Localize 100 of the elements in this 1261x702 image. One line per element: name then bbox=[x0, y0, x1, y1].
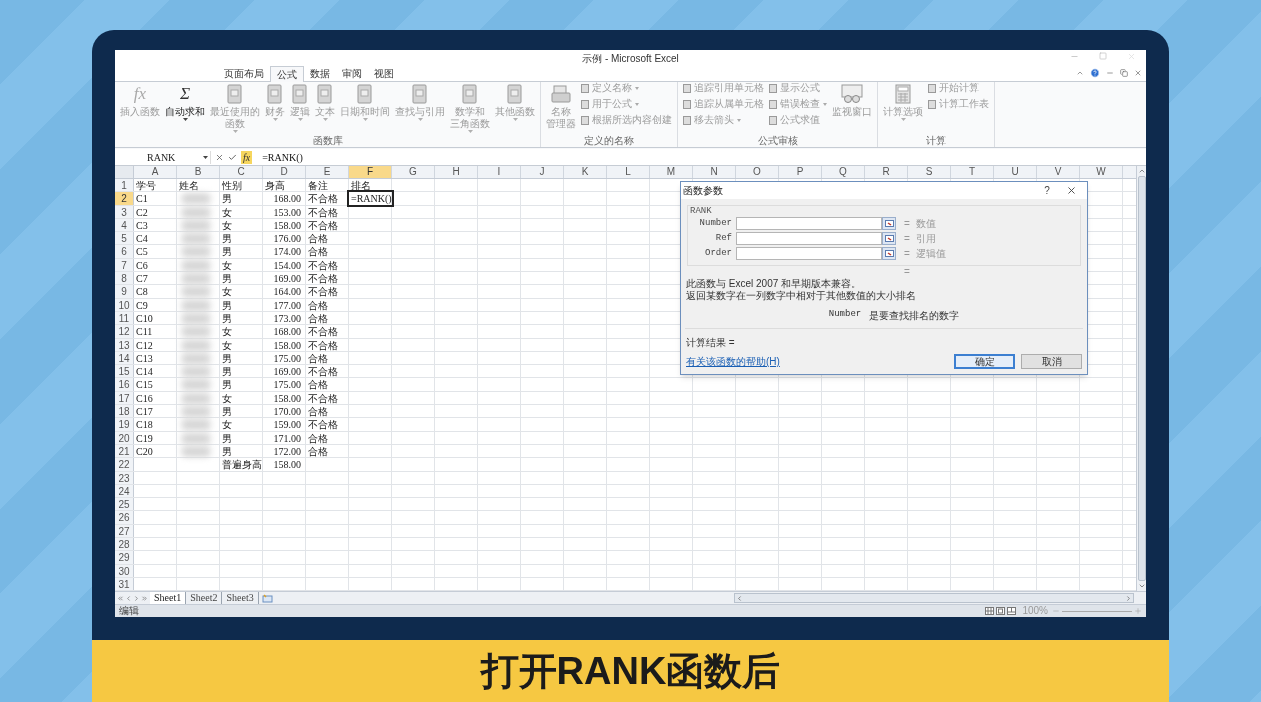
page-layout-view-icon[interactable] bbox=[996, 607, 1006, 615]
collapse-dialog-button[interactable] bbox=[882, 232, 896, 245]
enter-icon[interactable] bbox=[228, 152, 237, 162]
cancel-icon[interactable] bbox=[215, 152, 224, 162]
column-header[interactable]: B bbox=[177, 166, 220, 178]
row-header[interactable]: 16 bbox=[115, 378, 134, 391]
column-header[interactable]: C bbox=[220, 166, 263, 178]
table-cell: C20 bbox=[136, 444, 153, 458]
close-icon[interactable] bbox=[1134, 69, 1142, 77]
row-header[interactable]: 26 bbox=[115, 511, 134, 524]
help-button[interactable]: ? bbox=[1037, 183, 1057, 198]
column-header[interactable]: D bbox=[263, 166, 306, 178]
row-header[interactable]: 5 bbox=[115, 232, 134, 245]
scroll-left-icon[interactable] bbox=[736, 594, 743, 602]
table-cell: 男 bbox=[222, 351, 232, 365]
column-header[interactable]: F bbox=[349, 166, 392, 178]
select-all-corner[interactable] bbox=[115, 166, 134, 178]
dialog-button[interactable]: 确定 bbox=[954, 354, 1015, 369]
column-header[interactable]: O bbox=[736, 166, 779, 178]
column-header[interactable]: V bbox=[1037, 166, 1080, 178]
column-header[interactable]: A bbox=[134, 166, 177, 178]
scroll-up-icon[interactable] bbox=[1137, 167, 1146, 175]
scroll-right-icon[interactable] bbox=[1125, 594, 1132, 602]
next-sheet-icon[interactable] bbox=[133, 594, 140, 602]
argument-field[interactable] bbox=[736, 217, 882, 230]
row-header[interactable]: 25 bbox=[115, 498, 134, 511]
row-header[interactable]: 18 bbox=[115, 405, 134, 418]
scroll-down-icon[interactable] bbox=[1137, 582, 1146, 590]
normal-view-icon[interactable] bbox=[985, 607, 995, 615]
table-cell: C11 bbox=[136, 325, 153, 339]
collapse-dialog-button[interactable] bbox=[882, 247, 896, 260]
name-box[interactable]: RANK bbox=[115, 150, 211, 164]
help-link[interactable]: 有关该函数的帮助(H) bbox=[686, 354, 780, 369]
row-header[interactable]: 22 bbox=[115, 458, 134, 471]
blurred-name bbox=[181, 299, 211, 311]
row-header[interactable]: 1 bbox=[115, 179, 134, 192]
row-header[interactable]: 12 bbox=[115, 325, 134, 338]
book-icon bbox=[412, 84, 428, 104]
caret-icon bbox=[322, 118, 328, 121]
page-break-view-icon[interactable] bbox=[1007, 607, 1017, 615]
maximize-icon[interactable] bbox=[1099, 52, 1107, 60]
ribbon-tab[interactable]: 数据 bbox=[304, 66, 336, 81]
column-header[interactable]: W bbox=[1080, 166, 1123, 178]
ribbon-button[interactable]: Σ 自动求和 bbox=[163, 82, 207, 121]
row-header[interactable]: 9 bbox=[115, 285, 134, 298]
new-sheet-icon[interactable] bbox=[261, 593, 273, 603]
minimize-icon[interactable] bbox=[1106, 69, 1114, 77]
previous-sheet-icon[interactable] bbox=[125, 594, 132, 602]
caret-icon bbox=[635, 102, 639, 106]
insert-function-button[interactable]: fx bbox=[241, 150, 253, 164]
ribbon-tab[interactable]: 视图 bbox=[368, 66, 400, 81]
column-header[interactable]: T bbox=[951, 166, 994, 178]
collapse-dialog-button[interactable] bbox=[882, 217, 896, 230]
table-cell: 158.00 bbox=[273, 338, 301, 352]
column-header[interactable]: L bbox=[607, 166, 650, 178]
column-header[interactable]: U bbox=[994, 166, 1037, 178]
column-header[interactable]: S bbox=[908, 166, 951, 178]
column-header[interactable]: G bbox=[392, 166, 435, 178]
argument-field[interactable] bbox=[736, 232, 882, 245]
blurred-name bbox=[181, 366, 211, 378]
row-header[interactable]: 29 bbox=[115, 551, 134, 564]
row-header[interactable]: 28 bbox=[115, 538, 134, 551]
column-header[interactable]: R bbox=[865, 166, 908, 178]
book-icon bbox=[462, 84, 478, 104]
dialog-button[interactable]: 取消 bbox=[1021, 354, 1082, 369]
column-header[interactable]: J bbox=[521, 166, 564, 178]
help-icon[interactable] bbox=[1090, 68, 1100, 78]
row-header[interactable]: 6 bbox=[115, 245, 134, 258]
column-header[interactable]: P bbox=[779, 166, 822, 178]
row-header[interactable]: 19 bbox=[115, 418, 134, 431]
argument-field[interactable] bbox=[736, 247, 882, 260]
ribbon-tab[interactable]: 公式 bbox=[270, 66, 304, 82]
column-header[interactable]: M bbox=[650, 166, 693, 178]
column-header[interactable]: N bbox=[693, 166, 736, 178]
last-sheet-icon[interactable] bbox=[141, 594, 148, 602]
formula-field[interactable]: =RANK() bbox=[262, 149, 303, 165]
row-header[interactable]: 8 bbox=[115, 272, 134, 285]
sheet-tab[interactable]: Sheet1 bbox=[150, 592, 187, 604]
row-header[interactable]: 15 bbox=[115, 365, 134, 378]
horizontal-scrollbar[interactable] bbox=[734, 593, 1134, 603]
column-header[interactable]: H bbox=[435, 166, 478, 178]
column-header[interactable]: I bbox=[478, 166, 521, 178]
collapse-ribbon-icon[interactable] bbox=[1076, 69, 1084, 77]
table-cell: C16 bbox=[136, 391, 153, 405]
zoom-in-icon[interactable] bbox=[1134, 607, 1142, 615]
blurred-name bbox=[181, 392, 211, 404]
ribbon-tab[interactable]: 审阅 bbox=[336, 66, 368, 81]
table-cell: 172.00 bbox=[273, 444, 301, 458]
table-cell[interactable]: =RANK() bbox=[351, 192, 392, 206]
equals-sign: = bbox=[904, 217, 910, 231]
column-header[interactable]: Q bbox=[822, 166, 865, 178]
row-header[interactable]: 2 bbox=[115, 192, 134, 205]
function-glyph-icon: fx bbox=[133, 84, 147, 104]
book-icon bbox=[507, 84, 523, 104]
table-cell: 不合格 bbox=[308, 272, 338, 286]
ribbon-tab[interactable]: 页面布局 bbox=[218, 66, 270, 81]
first-sheet-icon[interactable] bbox=[117, 594, 124, 602]
column-header[interactable]: K bbox=[564, 166, 607, 178]
argument-name: Number bbox=[828, 308, 862, 321]
restore-icon[interactable] bbox=[1120, 69, 1128, 77]
